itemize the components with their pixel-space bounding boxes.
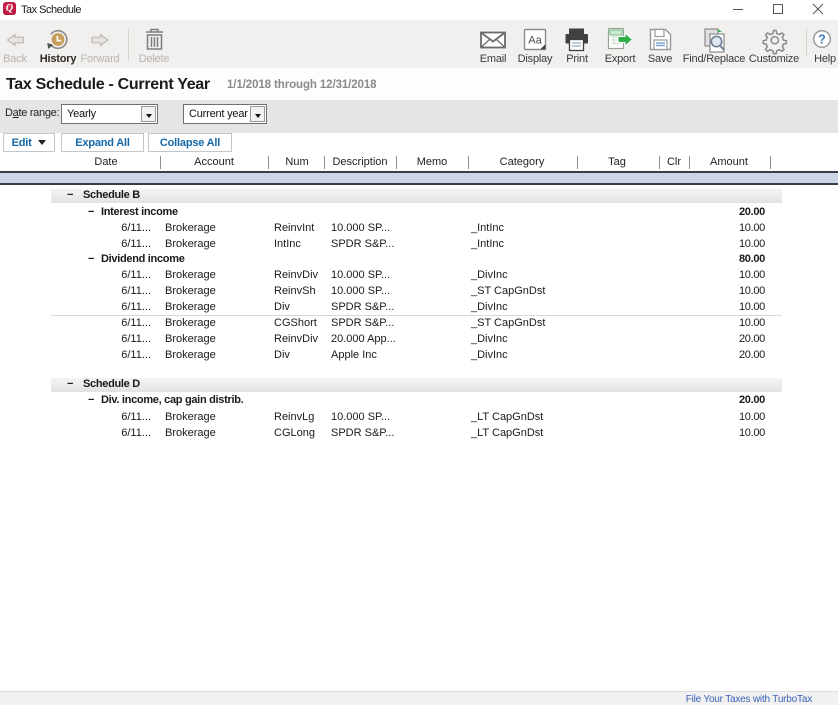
svg-text:?: ? [818,33,826,47]
svg-text:Aa: Aa [528,35,542,47]
